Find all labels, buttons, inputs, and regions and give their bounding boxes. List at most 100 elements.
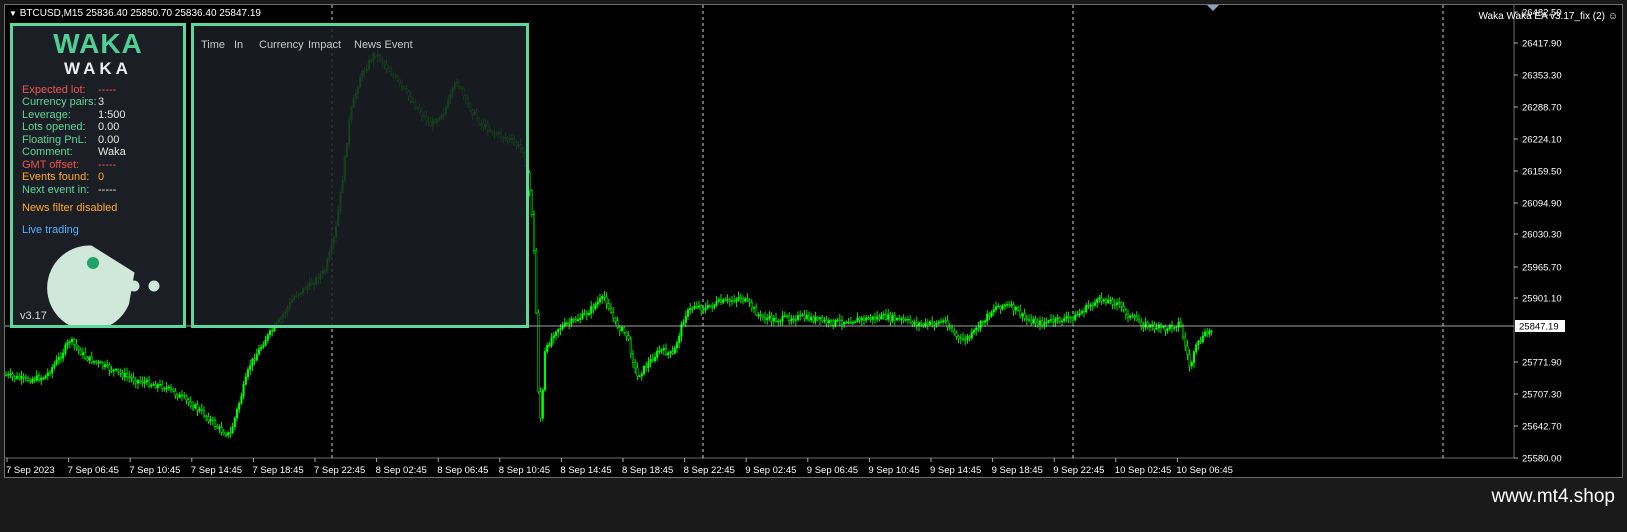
candle [1188, 349, 1191, 372]
candle [955, 330, 958, 340]
candle [878, 313, 881, 322]
candle [550, 333, 553, 349]
candle [937, 320, 940, 326]
candle [209, 415, 212, 426]
candle [1190, 360, 1193, 370]
candle [618, 325, 621, 337]
candle [165, 382, 168, 393]
candle [964, 334, 967, 346]
candle [546, 343, 549, 354]
candle [255, 348, 258, 362]
candle [660, 348, 663, 355]
candle [48, 370, 52, 377]
candle [229, 426, 232, 438]
candle [13, 374, 16, 382]
candle [876, 311, 879, 322]
candle [90, 351, 93, 365]
candle [101, 361, 104, 370]
candle [695, 301, 698, 310]
candle [167, 385, 170, 391]
candle [1144, 317, 1147, 331]
ea-name-text: Waka Waka EA v3.17_fix (2) [1478, 11, 1605, 22]
candle [605, 292, 608, 310]
time-tick-label: 9 Sep 02:45 [745, 465, 796, 476]
candle [55, 355, 58, 366]
candle [871, 315, 874, 325]
candle [1074, 310, 1077, 322]
candle [942, 318, 945, 325]
candle [44, 374, 47, 380]
candle [205, 414, 208, 422]
candle [869, 314, 872, 323]
dropdown-arrow-icon[interactable]: ▼ [9, 9, 17, 18]
candle [125, 367, 129, 381]
candle [612, 307, 615, 323]
candle [1041, 316, 1044, 329]
candle [33, 376, 36, 383]
ea-name-label[interactable]: Waka Waka EA v3.17_fix (2) ☺ [1478, 11, 1618, 22]
candle [761, 313, 764, 321]
candle [222, 429, 225, 436]
smiley-icon: ☺ [1607, 11, 1618, 22]
candle [636, 362, 639, 380]
candle [42, 376, 45, 381]
candle [73, 337, 76, 351]
price-tick-label: 25580.00 [1522, 454, 1562, 465]
candle [46, 368, 49, 381]
candle [97, 359, 100, 368]
candle [154, 380, 157, 389]
candle [136, 378, 140, 389]
candle [812, 315, 815, 324]
candle [948, 322, 951, 331]
candle [891, 312, 894, 324]
candle [799, 310, 802, 321]
candle [29, 377, 32, 385]
candle [68, 339, 71, 349]
candle [110, 366, 113, 374]
news-header-impact: Impact [308, 39, 342, 51]
candle [1065, 311, 1068, 323]
candle [847, 317, 850, 325]
candle [191, 400, 195, 412]
time-tick-label: 10 Sep 06:45 [1176, 465, 1233, 476]
candle [603, 291, 606, 302]
candle [581, 309, 584, 321]
price-tick-label: 25707.30 [1522, 390, 1562, 401]
candle [713, 303, 716, 310]
candle [35, 370, 38, 383]
candle [893, 311, 896, 326]
candle [51, 364, 54, 379]
candle [202, 405, 206, 419]
candle [18, 372, 21, 381]
candle [594, 302, 597, 311]
candle [779, 318, 782, 326]
candle [1082, 307, 1086, 318]
candle [680, 321, 683, 342]
time-tick-label: 9 Sep 14:45 [930, 465, 981, 476]
candle [22, 373, 25, 384]
candle [244, 372, 247, 386]
candle [24, 374, 27, 382]
candle [543, 347, 547, 392]
symbol-header[interactable]: ▼ BTCUSD,M15 25836.40 25850.70 25836.40 … [9, 8, 261, 19]
candle [119, 368, 122, 378]
candle [625, 331, 628, 342]
candle [704, 302, 707, 314]
news-header-time: Time [201, 39, 226, 51]
candle [902, 314, 905, 324]
price-chart[interactable]: 26482.50 26417.90 26353.30 26288.70 26224.10… [4, 4, 1623, 478]
news-header-event: News Event [354, 39, 413, 51]
candle [130, 373, 133, 383]
candle [218, 424, 221, 434]
candle [207, 412, 210, 424]
candle [187, 397, 190, 407]
candle [664, 343, 668, 357]
price-tick-label: 25965.70 [1522, 263, 1562, 274]
candle [838, 314, 841, 327]
candle [565, 321, 569, 327]
candle [1100, 292, 1103, 305]
candle [750, 298, 753, 312]
candle [77, 345, 80, 355]
candle [574, 315, 577, 323]
candle [889, 311, 892, 327]
